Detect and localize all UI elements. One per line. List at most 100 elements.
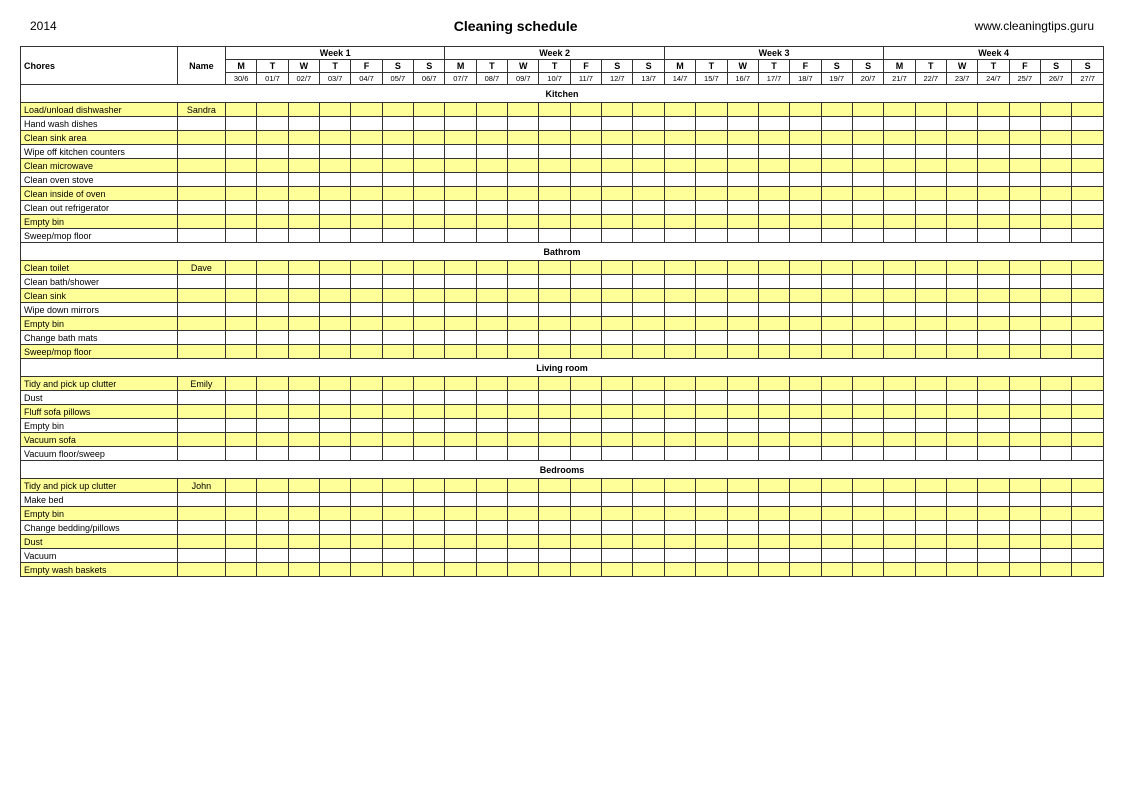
day-cell-3-3-2[interactable] <box>288 521 319 535</box>
day-cell-2-0-0[interactable] <box>225 377 256 391</box>
day-cell-0-6-23[interactable] <box>946 187 977 201</box>
day-cell-1-2-6[interactable] <box>414 289 445 303</box>
day-cell-2-5-18[interactable] <box>790 447 821 461</box>
day-cell-3-5-18[interactable] <box>790 549 821 563</box>
day-cell-2-1-1[interactable] <box>257 391 288 405</box>
day-cell-0-9-22[interactable] <box>915 229 946 243</box>
day-cell-1-2-11[interactable] <box>570 289 601 303</box>
day-cell-1-5-8[interactable] <box>476 331 507 345</box>
day-cell-1-4-8[interactable] <box>476 317 507 331</box>
day-cell-1-2-18[interactable] <box>790 289 821 303</box>
day-cell-1-4-12[interactable] <box>602 317 633 331</box>
day-cell-0-8-10[interactable] <box>539 215 570 229</box>
day-cell-3-2-19[interactable] <box>821 507 852 521</box>
day-cell-0-8-15[interactable] <box>696 215 727 229</box>
day-cell-0-5-4[interactable] <box>351 173 382 187</box>
day-cell-1-5-3[interactable] <box>320 331 351 345</box>
day-cell-2-0-24[interactable] <box>978 377 1009 391</box>
day-cell-2-3-19[interactable] <box>821 419 852 433</box>
day-cell-2-3-2[interactable] <box>288 419 319 433</box>
day-cell-1-0-25[interactable] <box>1009 261 1040 275</box>
day-cell-3-5-10[interactable] <box>539 549 570 563</box>
day-cell-3-0-0[interactable] <box>225 479 256 493</box>
day-cell-1-6-7[interactable] <box>445 345 476 359</box>
day-cell-3-0-19[interactable] <box>821 479 852 493</box>
day-cell-2-3-5[interactable] <box>382 419 413 433</box>
day-cell-0-0-25[interactable] <box>1009 103 1040 117</box>
day-cell-3-6-22[interactable] <box>915 563 946 577</box>
day-cell-0-8-18[interactable] <box>790 215 821 229</box>
day-cell-0-3-26[interactable] <box>1041 145 1072 159</box>
day-cell-3-6-17[interactable] <box>758 563 789 577</box>
day-cell-2-3-22[interactable] <box>915 419 946 433</box>
day-cell-0-3-22[interactable] <box>915 145 946 159</box>
day-cell-1-6-11[interactable] <box>570 345 601 359</box>
day-cell-3-3-25[interactable] <box>1009 521 1040 535</box>
day-cell-1-5-2[interactable] <box>288 331 319 345</box>
day-cell-0-1-0[interactable] <box>225 117 256 131</box>
day-cell-1-3-12[interactable] <box>602 303 633 317</box>
day-cell-3-3-27[interactable] <box>1072 521 1104 535</box>
day-cell-2-0-10[interactable] <box>539 377 570 391</box>
day-cell-0-5-17[interactable] <box>758 173 789 187</box>
day-cell-2-2-25[interactable] <box>1009 405 1040 419</box>
day-cell-0-2-24[interactable] <box>978 131 1009 145</box>
day-cell-1-0-3[interactable] <box>320 261 351 275</box>
day-cell-1-6-12[interactable] <box>602 345 633 359</box>
day-cell-1-1-11[interactable] <box>570 275 601 289</box>
day-cell-1-5-26[interactable] <box>1041 331 1072 345</box>
day-cell-0-8-5[interactable] <box>382 215 413 229</box>
day-cell-1-3-10[interactable] <box>539 303 570 317</box>
day-cell-0-6-21[interactable] <box>884 187 915 201</box>
day-cell-0-9-3[interactable] <box>320 229 351 243</box>
day-cell-0-2-15[interactable] <box>696 131 727 145</box>
day-cell-3-0-8[interactable] <box>476 479 507 493</box>
day-cell-3-3-21[interactable] <box>884 521 915 535</box>
day-cell-0-3-18[interactable] <box>790 145 821 159</box>
day-cell-1-3-22[interactable] <box>915 303 946 317</box>
day-cell-0-3-21[interactable] <box>884 145 915 159</box>
day-cell-2-5-22[interactable] <box>915 447 946 461</box>
day-cell-1-1-14[interactable] <box>664 275 695 289</box>
day-cell-3-6-9[interactable] <box>508 563 539 577</box>
day-cell-3-5-5[interactable] <box>382 549 413 563</box>
day-cell-1-3-7[interactable] <box>445 303 476 317</box>
day-cell-0-5-15[interactable] <box>696 173 727 187</box>
day-cell-0-2-12[interactable] <box>602 131 633 145</box>
day-cell-3-6-19[interactable] <box>821 563 852 577</box>
day-cell-2-0-8[interactable] <box>476 377 507 391</box>
day-cell-0-4-20[interactable] <box>852 159 883 173</box>
day-cell-1-4-18[interactable] <box>790 317 821 331</box>
day-cell-0-7-5[interactable] <box>382 201 413 215</box>
day-cell-1-0-22[interactable] <box>915 261 946 275</box>
day-cell-0-1-12[interactable] <box>602 117 633 131</box>
day-cell-0-2-16[interactable] <box>727 131 758 145</box>
day-cell-1-5-15[interactable] <box>696 331 727 345</box>
day-cell-2-5-14[interactable] <box>664 447 695 461</box>
day-cell-0-8-11[interactable] <box>570 215 601 229</box>
day-cell-0-0-27[interactable] <box>1072 103 1104 117</box>
day-cell-1-5-9[interactable] <box>508 331 539 345</box>
day-cell-1-2-21[interactable] <box>884 289 915 303</box>
day-cell-3-6-26[interactable] <box>1041 563 1072 577</box>
day-cell-3-6-16[interactable] <box>727 563 758 577</box>
day-cell-3-1-23[interactable] <box>946 493 977 507</box>
day-cell-0-0-14[interactable] <box>664 103 695 117</box>
day-cell-1-0-27[interactable] <box>1072 261 1104 275</box>
day-cell-1-2-1[interactable] <box>257 289 288 303</box>
day-cell-1-2-10[interactable] <box>539 289 570 303</box>
day-cell-3-2-7[interactable] <box>445 507 476 521</box>
day-cell-2-3-23[interactable] <box>946 419 977 433</box>
day-cell-1-4-14[interactable] <box>664 317 695 331</box>
day-cell-2-4-3[interactable] <box>320 433 351 447</box>
day-cell-0-1-16[interactable] <box>727 117 758 131</box>
day-cell-2-3-15[interactable] <box>696 419 727 433</box>
day-cell-0-5-2[interactable] <box>288 173 319 187</box>
day-cell-0-9-11[interactable] <box>570 229 601 243</box>
day-cell-1-2-5[interactable] <box>382 289 413 303</box>
day-cell-2-0-11[interactable] <box>570 377 601 391</box>
day-cell-0-8-0[interactable] <box>225 215 256 229</box>
day-cell-3-3-18[interactable] <box>790 521 821 535</box>
day-cell-1-4-25[interactable] <box>1009 317 1040 331</box>
day-cell-0-0-0[interactable] <box>225 103 256 117</box>
